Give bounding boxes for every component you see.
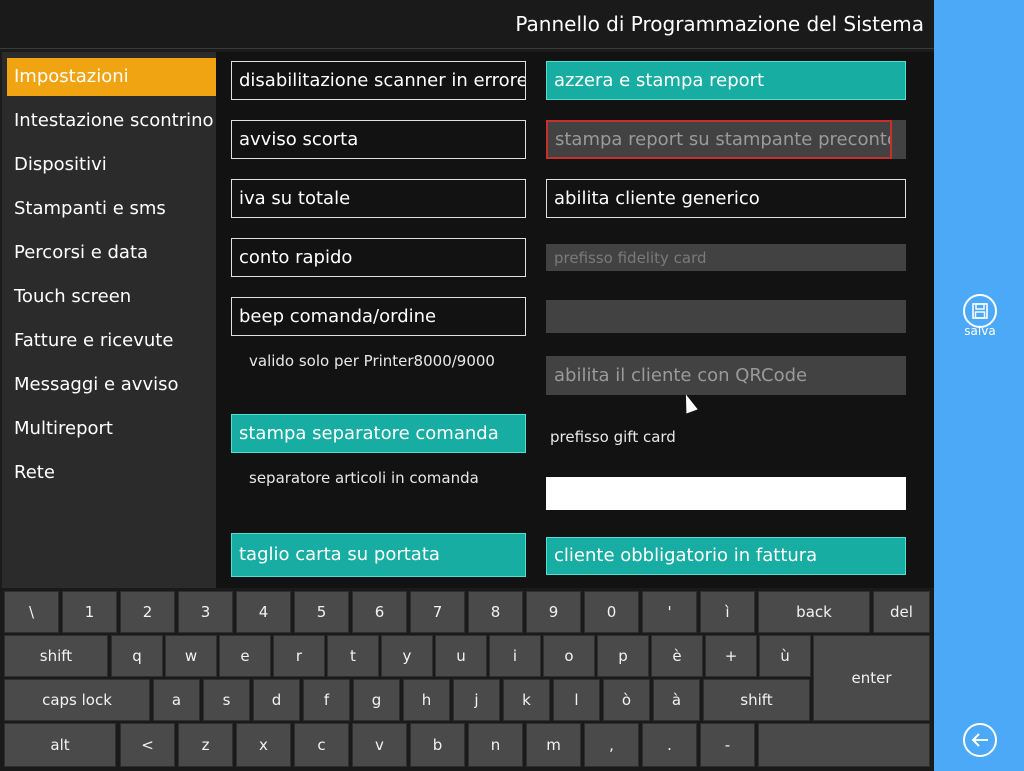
key-r[interactable]: r — [273, 635, 325, 677]
key-u[interactable]: u — [435, 635, 487, 677]
page-title: Pannello di Programmazione del Sistema — [515, 12, 924, 36]
key-shift-right[interactable]: shift — [703, 679, 810, 721]
key-o[interactable]: o — [543, 635, 595, 677]
key-delete[interactable]: del — [873, 591, 930, 633]
sidebar-item-touch-screen[interactable]: Touch screen — [7, 278, 216, 316]
key-4[interactable]: 4 — [236, 591, 291, 633]
key-f[interactable]: f — [303, 679, 350, 721]
sidebar-item-stampanti-sms[interactable]: Stampanti e sms — [7, 190, 216, 228]
gift-card-prefix-label: prefisso gift card — [550, 428, 676, 446]
print-report-preconto-toggle[interactable]: stampa report su stampante preconto — [546, 120, 892, 159]
key-comma[interactable]: , — [584, 723, 639, 767]
key-alt[interactable]: alt — [4, 723, 116, 767]
cut-paper-toggle[interactable]: taglio carta su portata — [231, 533, 526, 577]
key-0[interactable]: 0 — [584, 591, 639, 633]
key-c[interactable]: c — [294, 723, 349, 767]
key-h[interactable]: h — [403, 679, 450, 721]
sidebar-item-multireport[interactable]: Multireport — [7, 410, 216, 448]
customer-required-toggle[interactable]: cliente obbligatorio in fattura — [546, 537, 906, 575]
key-minus[interactable]: - — [700, 723, 755, 767]
key-u-grave[interactable]: ù — [759, 635, 811, 677]
key-p[interactable]: p — [597, 635, 649, 677]
generic-customer-toggle[interactable]: abilita cliente generico — [546, 179, 906, 218]
sidebar-item-rete[interactable]: Rete — [7, 454, 216, 492]
key-m[interactable]: m — [526, 723, 581, 767]
stock-warning-toggle[interactable]: avviso scorta — [231, 120, 526, 159]
key-plus[interactable]: + — [705, 635, 757, 677]
gift-card-prefix-input[interactable] — [546, 477, 906, 510]
key-a[interactable]: a — [153, 679, 200, 721]
quick-account-toggle[interactable]: conto rapido — [231, 238, 526, 277]
scanner-error-toggle[interactable]: disabilitazione scanner in errore — [231, 61, 526, 100]
sidebar-item-percorsi-data[interactable]: Percorsi e data — [7, 234, 216, 272]
key-d[interactable]: d — [253, 679, 300, 721]
key-i[interactable]: i — [489, 635, 541, 677]
key-a-grave[interactable]: à — [653, 679, 700, 721]
key-backslash[interactable]: \ — [4, 591, 59, 633]
key-y[interactable]: y — [381, 635, 433, 677]
key-8[interactable]: 8 — [468, 591, 523, 633]
key-x[interactable]: x — [236, 723, 291, 767]
sidebar: Impostazioni Intestazione scontrino Disp… — [2, 52, 216, 588]
key-e[interactable]: e — [219, 635, 271, 677]
on-screen-keyboard: \ 1 2 3 4 5 6 7 8 9 0 ' ì back del shift… — [0, 588, 934, 771]
key-backspace[interactable]: back — [758, 591, 870, 633]
back-arrow-icon[interactable] — [962, 722, 998, 758]
vat-total-toggle[interactable]: iva su totale — [231, 179, 526, 218]
sidebar-item-messaggi-avviso[interactable]: Messaggi e avviso — [7, 366, 216, 404]
key-apostrophe[interactable]: ' — [642, 591, 697, 633]
fidelity-prefix-field[interactable]: prefisso fidelity card — [546, 244, 906, 271]
key-z[interactable]: z — [178, 723, 233, 767]
key-i-grave[interactable]: ì — [700, 591, 755, 633]
key-g[interactable]: g — [353, 679, 400, 721]
key-caps-lock[interactable]: caps lock — [4, 679, 150, 721]
key-t[interactable]: t — [327, 635, 379, 677]
settings-panel: disabilitazione scanner in errore avviso… — [216, 52, 934, 588]
key-k[interactable]: k — [503, 679, 550, 721]
title-bar: Pannello di Programmazione del Sistema — [0, 0, 934, 49]
key-7[interactable]: 7 — [410, 591, 465, 633]
key-space[interactable] — [758, 723, 930, 767]
key-less-than[interactable]: < — [120, 723, 175, 767]
key-2[interactable]: 2 — [120, 591, 175, 633]
key-3[interactable]: 3 — [178, 591, 233, 633]
key-enter[interactable]: enter — [813, 635, 930, 721]
action-panel — [934, 0, 1024, 771]
beep-order-note: valido solo per Printer8000/9000 — [249, 352, 495, 370]
key-s[interactable]: s — [203, 679, 250, 721]
key-b[interactable]: b — [410, 723, 465, 767]
key-n[interactable]: n — [468, 723, 523, 767]
print-separator-toggle[interactable]: stampa separatore comanda — [231, 414, 526, 453]
sidebar-item-fatture-ricevute[interactable]: Fatture e ricevute — [7, 322, 216, 360]
key-5[interactable]: 5 — [294, 591, 349, 633]
qr-customer-toggle[interactable]: abilita il cliente con QRCode — [546, 356, 906, 395]
save-label: salva — [964, 324, 996, 338]
key-j[interactable]: j — [453, 679, 500, 721]
beep-order-toggle[interactable]: beep comanda/ordine — [231, 297, 526, 336]
key-period[interactable]: . — [642, 723, 697, 767]
key-w[interactable]: w — [165, 635, 217, 677]
separator-note: separatore articoli in comanda — [249, 469, 479, 487]
key-shift-left[interactable]: shift — [4, 635, 108, 677]
sidebar-item-intestazione-scontrino[interactable]: Intestazione scontrino — [7, 102, 216, 140]
key-1[interactable]: 1 — [62, 591, 117, 633]
key-9[interactable]: 9 — [526, 591, 581, 633]
fidelity-prefix-input[interactable] — [546, 300, 906, 333]
sidebar-item-impostazioni[interactable]: Impostazioni — [7, 58, 216, 96]
key-v[interactable]: v — [352, 723, 407, 767]
reset-print-report-toggle[interactable]: azzera e stampa report — [546, 61, 906, 100]
preconto-toggle-edge — [892, 120, 906, 159]
app-window: Pannello di Programmazione del Sistema I… — [0, 0, 1024, 771]
key-6[interactable]: 6 — [352, 591, 407, 633]
mouse-pointer-icon — [680, 392, 698, 414]
key-e-grave[interactable]: è — [651, 635, 703, 677]
key-l[interactable]: l — [553, 679, 600, 721]
key-q[interactable]: q — [111, 635, 163, 677]
sidebar-item-dispositivi[interactable]: Dispositivi — [7, 146, 216, 184]
key-o-grave[interactable]: ò — [603, 679, 650, 721]
